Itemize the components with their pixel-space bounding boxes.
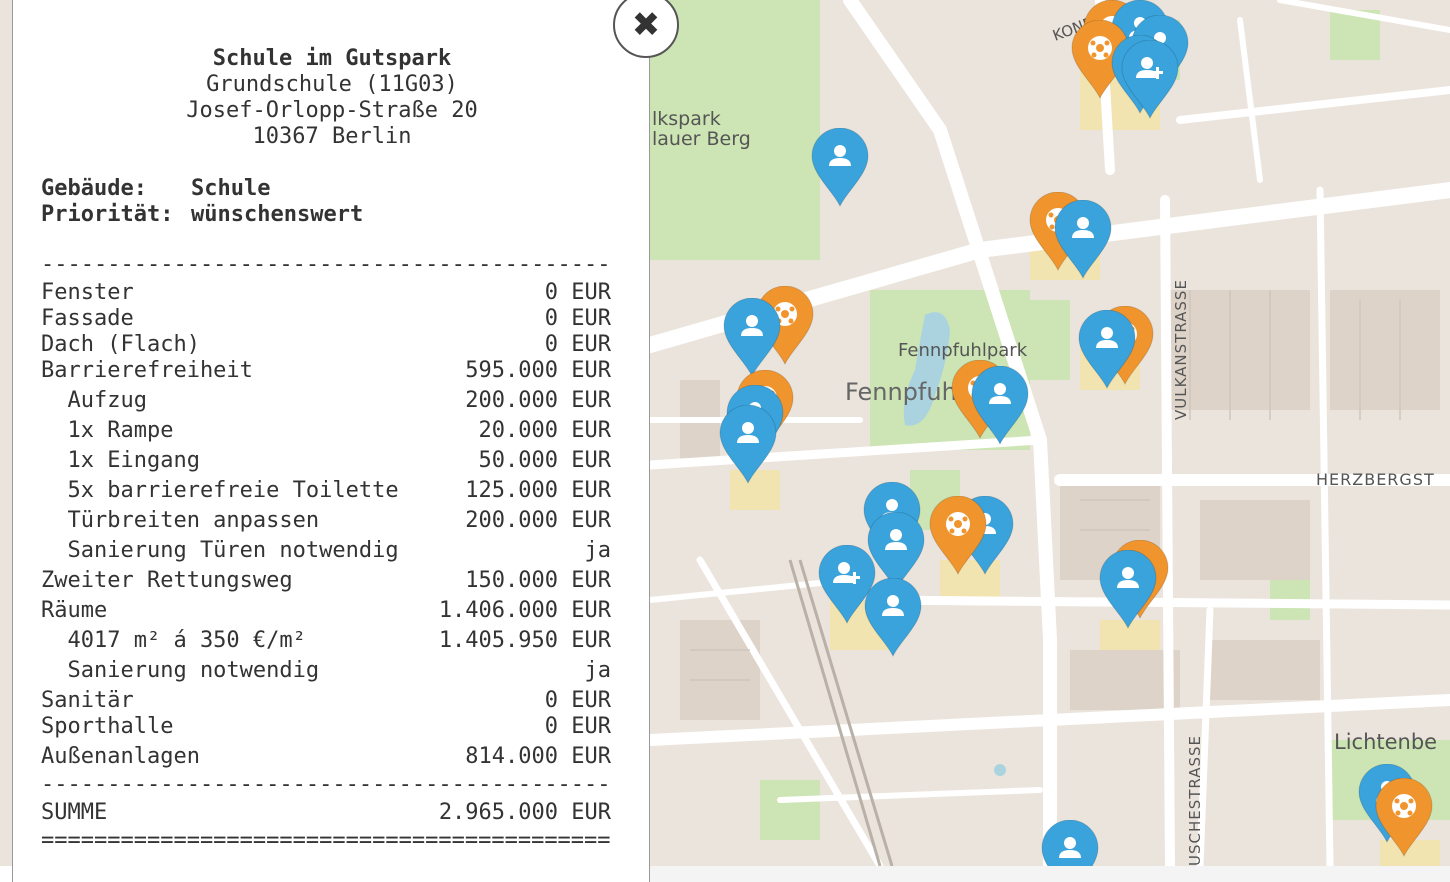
cost-row-value: 595.000 EUR [465,358,611,383]
cost-row-label: Sanitär [41,688,134,713]
cost-row-value: 0 EUR [544,688,611,713]
person-icon [723,298,781,378]
cost-row-value: 200.000 EUR [465,508,611,533]
cost-row-value: ja [584,538,612,563]
sum-label: SUMME [41,800,108,825]
cost-row-value: 20.000 EUR [478,418,611,443]
cost-row-label: Fenster [41,280,134,305]
cost-row-label: 1x Rampe [41,418,174,443]
separator-sum: ----------------------------------------… [41,772,611,797]
map-label-lichtenberg: Lichtenbe [1334,730,1438,754]
person-pin[interactable] [1077,310,1137,390]
cost-row-label: Barrierefreiheit [41,358,253,383]
soccer-ball-icon [929,496,987,576]
cost-row-label: Sanierung notwendig [41,658,320,683]
person-pin[interactable] [810,128,870,208]
building-label: Gebäude: [41,176,147,201]
sum-value: 2.965.000 EUR [438,800,611,825]
person-pin[interactable] [1040,820,1100,866]
cost-row-label: Aufzug [41,388,147,413]
person-add-icon [1121,40,1179,120]
cost-row-label: Dach (Flach) [41,332,200,357]
person-pin[interactable] [1053,200,1113,280]
school-city: 10367 Berlin [252,124,412,149]
school-name: Schule im Gutspark [212,46,452,71]
cost-row-value: 150.000 EUR [465,568,611,593]
cost-row-label: Sporthalle [41,714,174,739]
person-icon [1099,550,1157,630]
person-pin[interactable] [722,298,782,378]
cost-row-label: 5x barrierefreie Toilette [41,478,399,503]
person-pin[interactable] [718,405,778,485]
map-label-vulkanstrasse: VULKANSTRASSE [1172,279,1190,420]
person-icon [811,128,869,208]
person-pin[interactable] [1098,550,1158,630]
map-label-fennpfuhlpark: Fennpfuhlpark [898,340,1028,361]
cost-row-label: Sanierung Türen notwendig [41,538,399,563]
person-pin[interactable] [970,366,1030,446]
cost-row-value: 50.000 EUR [478,448,611,473]
school-type: Grundschule (11G03) [206,72,458,97]
cost-row-value: 125.000 EUR [465,478,611,503]
building-value: Schule [191,176,271,201]
school-street: Josef-Orlopp-Straße 20 [186,98,478,123]
close-icon: ✖ [631,5,661,45]
cost-row-label: Zweiter Rettungsweg [41,568,293,593]
map-label-volkspark-2: lauer Berg [652,128,751,150]
cost-row-value: 0 EUR [544,332,611,357]
cost-row-label: 4017 m² á 350 €/m² [41,628,306,653]
bottom-strip [650,866,1450,882]
cost-row-label: Räume [41,598,108,623]
cost-row-value: 1.405.950 EUR [438,628,611,653]
person-icon [864,578,922,658]
add-person-pin[interactable] [1120,40,1180,120]
map-label-uschestrasse: USCHESTRASSE [1186,734,1204,866]
cost-row-value: 1.406.000 EUR [438,598,611,623]
person-icon [719,405,777,485]
cost-row-value: 0 EUR [544,280,611,305]
person-icon [971,366,1029,446]
cost-row-value: 814.000 EUR [465,744,611,769]
soccer-ball-icon [1375,778,1433,858]
separator-bottom: ========================================… [41,828,611,853]
cost-row-value: 0 EUR [544,714,611,739]
cost-row-value: ja [584,658,612,683]
sports-pin[interactable] [928,496,988,576]
priority-label: Priorität: [41,202,174,227]
cost-row-label: Außenanlagen [41,744,200,769]
map-label-fennpfuhl: Fennpfuhl [845,378,964,406]
map-label-volkspark: lkspark [652,108,721,130]
cost-row-value: 200.000 EUR [465,388,611,413]
person-icon [1078,310,1136,390]
cost-row-label: Türbreiten anpassen [41,508,320,533]
person-pin[interactable] [863,578,923,658]
priority-value: wünschenswert [191,202,364,227]
cost-row-label: 1x Eingang [41,448,200,473]
sports-pin[interactable] [1374,778,1434,858]
school-detail-panel: Schule im Gutspark Grundschule (11G03) J… [12,0,679,882]
cost-row-value: 0 EUR [544,306,611,331]
person-icon [1054,200,1112,280]
person-icon [1041,820,1099,866]
separator-top: ----------------------------------------… [41,252,611,277]
cost-row-label: Fassade [41,306,134,331]
map-label-herzbergstrasse: HERZBERGST [1316,470,1435,489]
